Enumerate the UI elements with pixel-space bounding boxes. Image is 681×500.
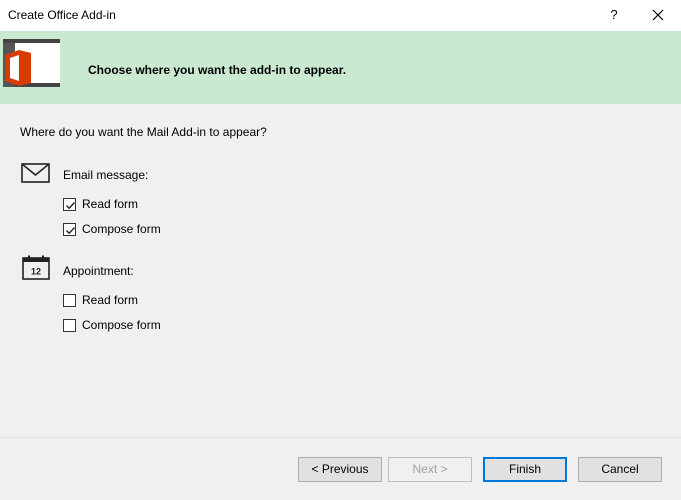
checkbox-box[interactable] xyxy=(63,318,76,332)
checkbox-box[interactable] xyxy=(63,197,76,211)
cancel-button[interactable]: Cancel xyxy=(578,457,662,482)
appointment-read-form-checkbox[interactable]: Read form xyxy=(63,293,138,307)
checkbox-label: Compose form xyxy=(82,222,161,236)
help-button[interactable]: ? xyxy=(604,5,624,25)
cancel-button-label: Cancel xyxy=(601,462,639,476)
previous-button-label: < Previous xyxy=(311,462,369,476)
checkbox-box[interactable] xyxy=(63,222,76,236)
checkmark-icon xyxy=(66,201,76,209)
close-button[interactable] xyxy=(648,5,668,25)
calendar-icon: 12 xyxy=(22,255,50,280)
appointment-label: Appointment: xyxy=(63,264,134,278)
envelope-icon xyxy=(21,163,50,183)
close-icon xyxy=(652,9,664,21)
footer-divider xyxy=(0,437,681,438)
previous-button[interactable]: < Previous xyxy=(298,457,382,482)
calendar-day: 12 xyxy=(31,267,41,277)
office-logo-icon xyxy=(3,39,60,87)
create-office-addin-dialog: Create Office Add-in ? Choose where you … xyxy=(0,0,681,500)
window-title: Create Office Add-in xyxy=(8,8,116,22)
appointment-compose-form-checkbox[interactable]: Compose form xyxy=(63,318,161,332)
checkbox-label: Read form xyxy=(82,293,139,307)
checkbox-label: Read form xyxy=(82,197,139,211)
banner-heading: Choose where you want the add-in to appe… xyxy=(88,63,347,77)
checkbox-label: Compose form xyxy=(82,318,161,332)
finish-button[interactable]: Finish xyxy=(483,457,567,482)
finish-button-label: Finish xyxy=(508,462,541,476)
checkbox-box[interactable] xyxy=(63,293,76,307)
next-button[interactable]: Next > xyxy=(388,457,472,482)
email-message-label: Email message: xyxy=(63,168,149,182)
question-label: Where do you want the Mail Add-in to app… xyxy=(20,125,267,139)
title-bar: Create Office Add-in ? xyxy=(0,0,681,31)
email-read-form-checkbox[interactable]: Read form xyxy=(63,197,138,211)
checkmark-icon xyxy=(66,226,76,234)
email-compose-form-checkbox[interactable]: Compose form xyxy=(63,222,161,236)
next-button-label: Next > xyxy=(412,462,448,476)
header-banner: Choose where you want the add-in to appe… xyxy=(0,31,681,104)
